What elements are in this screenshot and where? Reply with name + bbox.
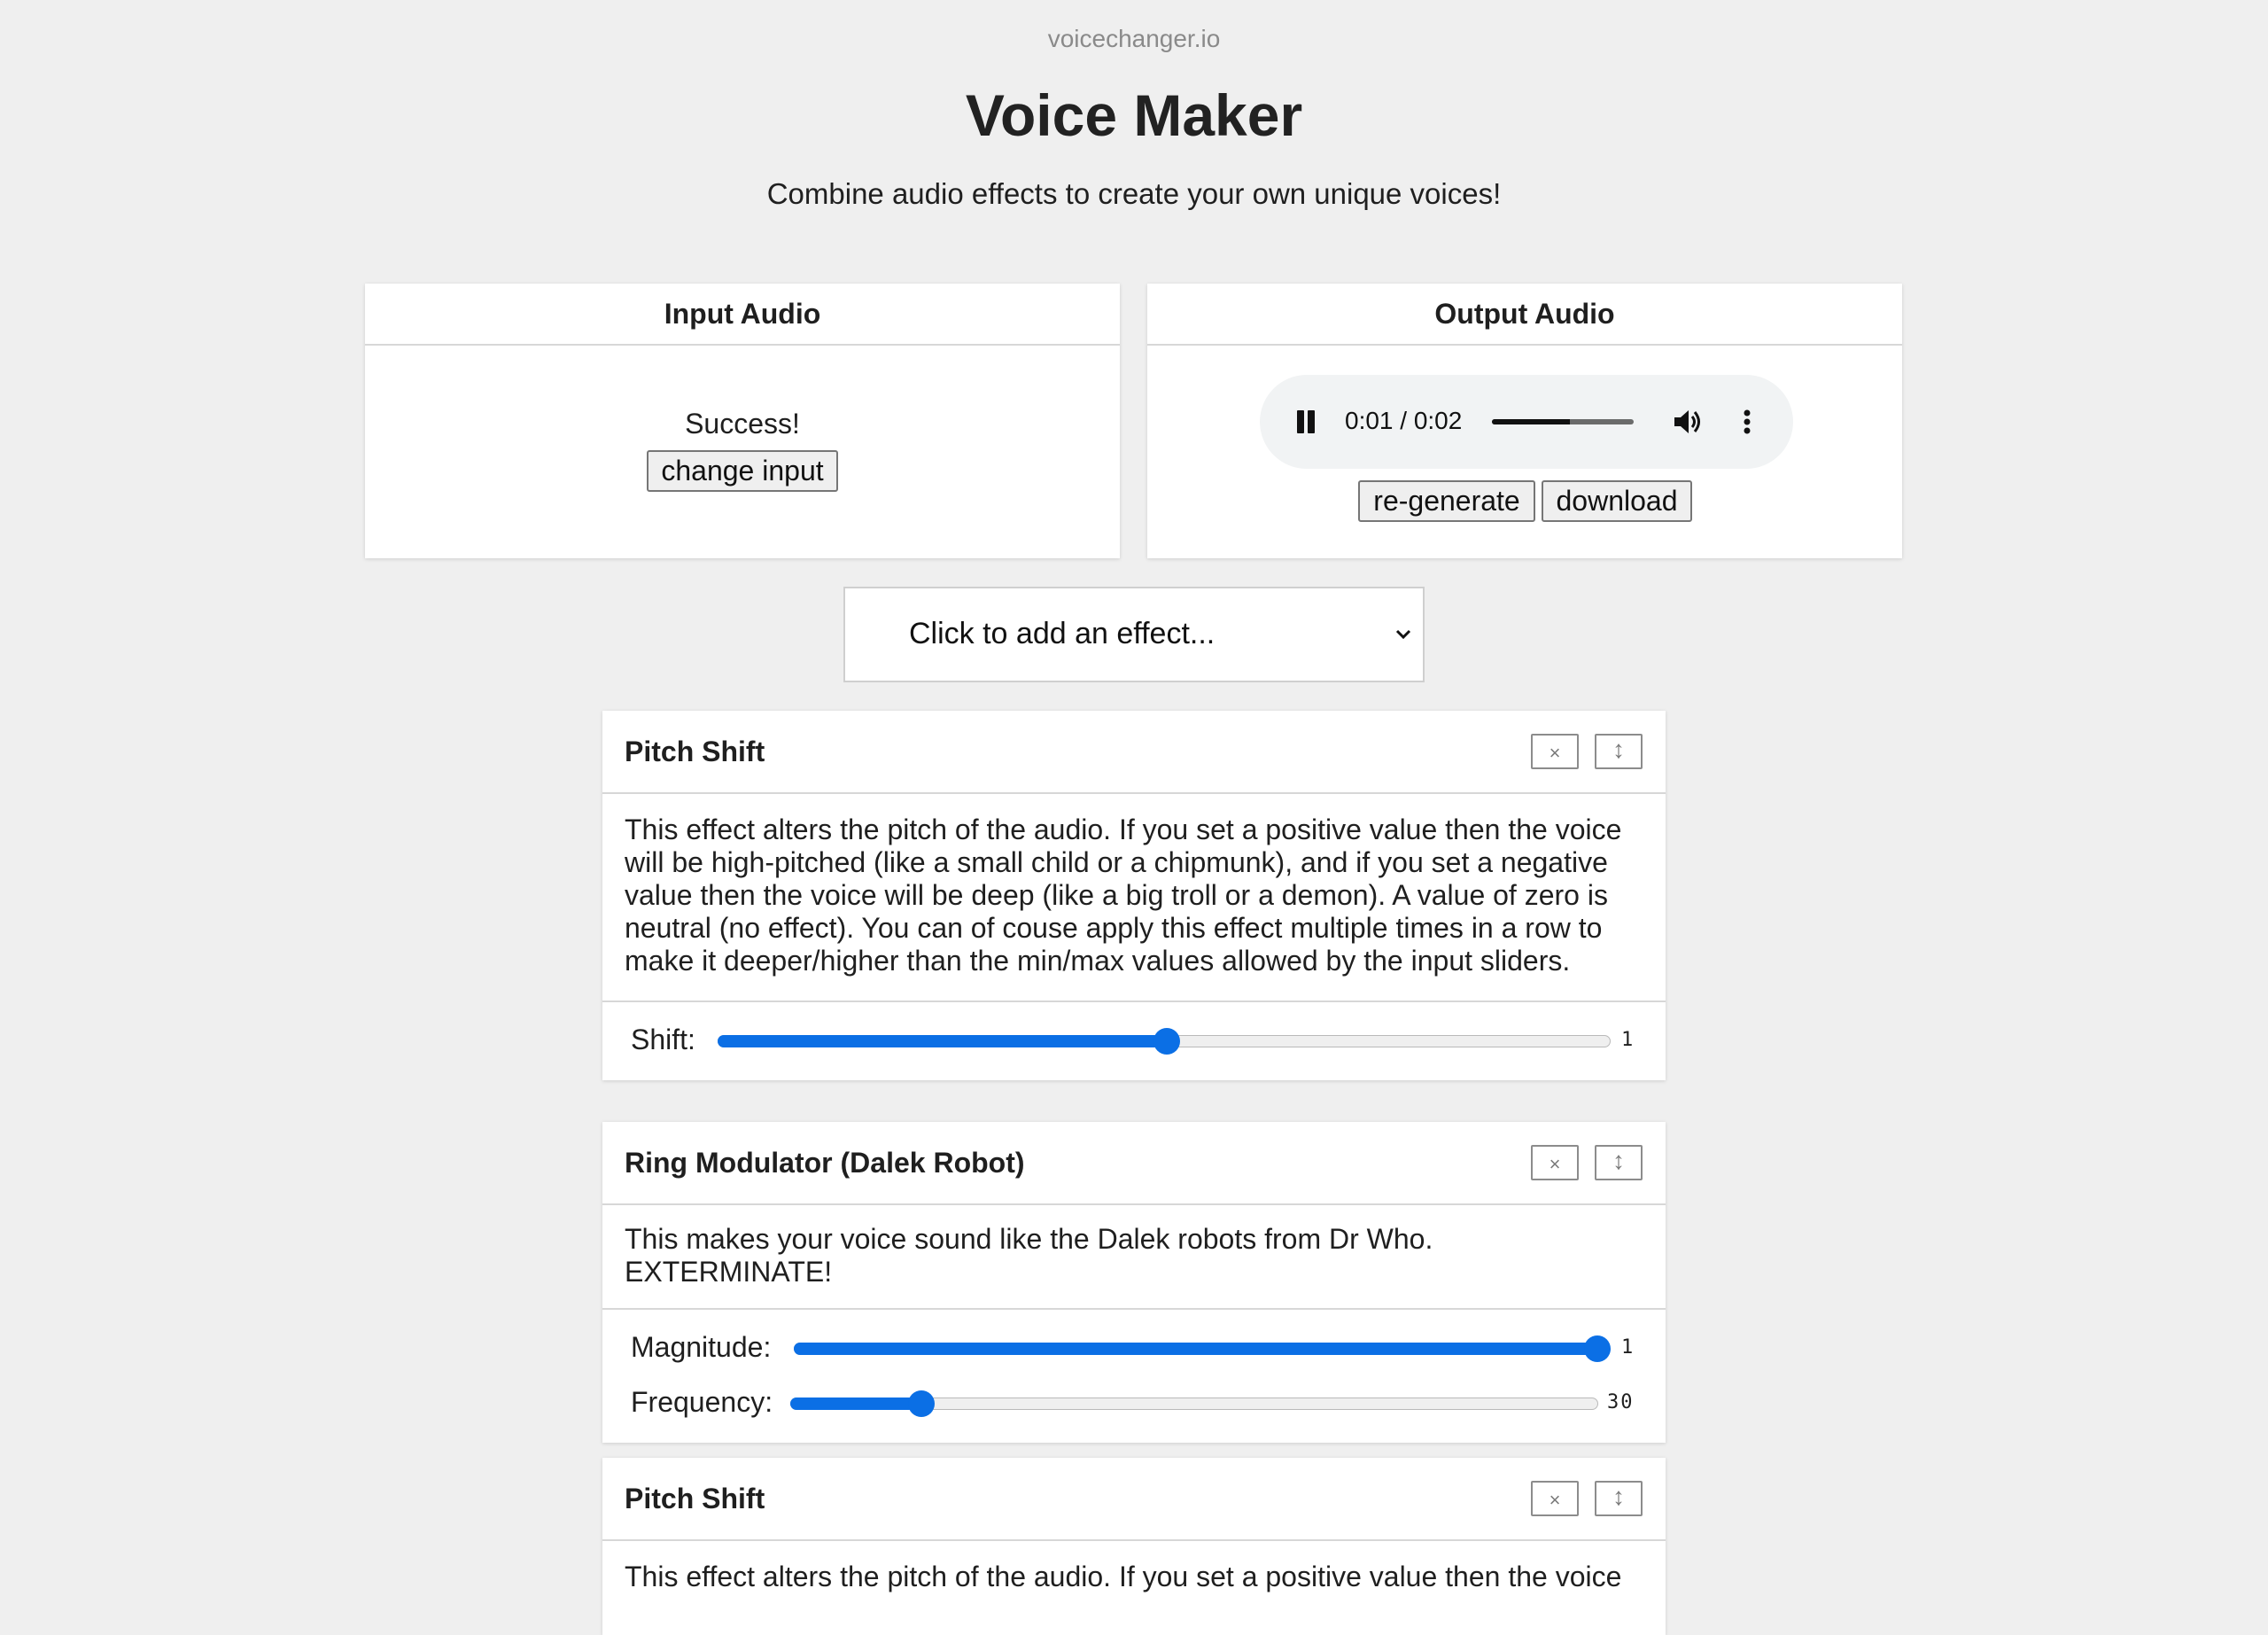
output-audio-title: Output Audio <box>1147 284 1902 346</box>
more-options-icon[interactable] <box>1742 407 1752 437</box>
effect-description: This effect alters the pitch of the audi… <box>625 1561 1622 1592</box>
control-row-magnitude: Magnitude: 1 <box>602 1320 1666 1375</box>
playback-progress-bar[interactable] <box>1492 419 1634 424</box>
output-audio-panel: Output Audio 0:01 / 0:02 re-generate dow… <box>1147 284 1902 558</box>
shift-value: 1 <box>1621 1029 1635 1051</box>
effect-card-header: Pitch Shift × ↕ <box>602 1458 1666 1541</box>
control-row-frequency: Frequency: 30 <box>602 1375 1666 1430</box>
effect-title: Pitch Shift <box>625 736 765 767</box>
magnitude-label: Magnitude: <box>631 1331 772 1363</box>
volume-icon[interactable] <box>1673 407 1705 437</box>
magnitude-slider-fill <box>794 1343 1598 1355</box>
shift-label: Shift: <box>631 1024 695 1055</box>
effect-card-pitch-shift: Pitch Shift × ↕ This effect alters the p… <box>602 711 1666 1080</box>
shift-slider-fill <box>718 1035 1169 1047</box>
frequency-slider-fill <box>790 1398 922 1410</box>
effect-controls: Shift: 1 <box>602 1002 1666 1080</box>
pause-icon[interactable] <box>1295 410 1317 435</box>
effect-card-ring-modulator: Ring Modulator (Dalek Robot) × ↕ This ma… <box>602 1122 1666 1443</box>
page-subtitle: Combine audio effects to create your own… <box>766 177 1502 210</box>
move-effect-handle[interactable]: ↕ <box>1595 734 1643 769</box>
control-row-shift: Shift: 1 <box>602 1013 1666 1068</box>
playback-time: 0:01 / 0:02 <box>1345 407 1463 434</box>
remove-effect-button[interactable]: × <box>1531 1481 1579 1516</box>
move-effect-handle[interactable]: ↕ <box>1595 1481 1643 1516</box>
add-effect-select[interactable]: Click to add an effect... <box>843 587 1425 682</box>
effect-description: This effect alters the pitch of the audi… <box>602 794 1666 1002</box>
playback-progress-fill <box>1492 419 1570 424</box>
frequency-slider[interactable] <box>790 1390 1598 1417</box>
add-effect-select-value: Click to add an effect... <box>909 617 1216 650</box>
input-status: Success! <box>685 408 800 440</box>
magnitude-slider[interactable] <box>794 1335 1611 1362</box>
effect-card-header: Pitch Shift × ↕ <box>602 711 1666 794</box>
effect-card-header: Ring Modulator (Dalek Robot) × ↕ <box>602 1122 1666 1205</box>
frequency-label: Frequency: <box>631 1386 773 1418</box>
effect-card-pitch-shift-2: Pitch Shift × ↕ This effect alters the p… <box>602 1458 1666 1635</box>
site-name: voicechanger.io <box>1047 25 1221 52</box>
effect-controls: Magnitude: 1 Frequency: 30 <box>602 1310 1666 1443</box>
remove-effect-button[interactable]: × <box>1531 734 1579 769</box>
regenerate-button[interactable]: re-generate <box>1358 480 1535 522</box>
remove-effect-button[interactable]: × <box>1531 1145 1579 1180</box>
magnitude-slider-thumb[interactable] <box>1584 1335 1611 1362</box>
shift-slider[interactable] <box>718 1028 1611 1055</box>
input-audio-panel: Input Audio Success! change input <box>365 284 1120 558</box>
audio-player: 0:01 / 0:02 <box>1260 375 1793 469</box>
effect-title: Pitch Shift <box>625 1483 765 1514</box>
change-input-button[interactable]: change input <box>647 450 838 492</box>
effect-title: Ring Modulator (Dalek Robot) <box>625 1147 1025 1179</box>
frequency-value: 30 <box>1607 1391 1635 1413</box>
magnitude-value: 1 <box>1621 1336 1635 1359</box>
effect-description: This makes your voice sound like the Dal… <box>602 1205 1666 1310</box>
chevron-down-icon <box>1395 629 1411 640</box>
frequency-slider-thumb[interactable] <box>907 1390 935 1417</box>
page-title: Voice Maker <box>965 82 1303 148</box>
shift-slider-thumb[interactable] <box>1153 1028 1181 1055</box>
download-button[interactable]: download <box>1542 480 1692 522</box>
move-effect-handle[interactable]: ↕ <box>1595 1145 1643 1180</box>
input-audio-title: Input Audio <box>365 284 1120 346</box>
